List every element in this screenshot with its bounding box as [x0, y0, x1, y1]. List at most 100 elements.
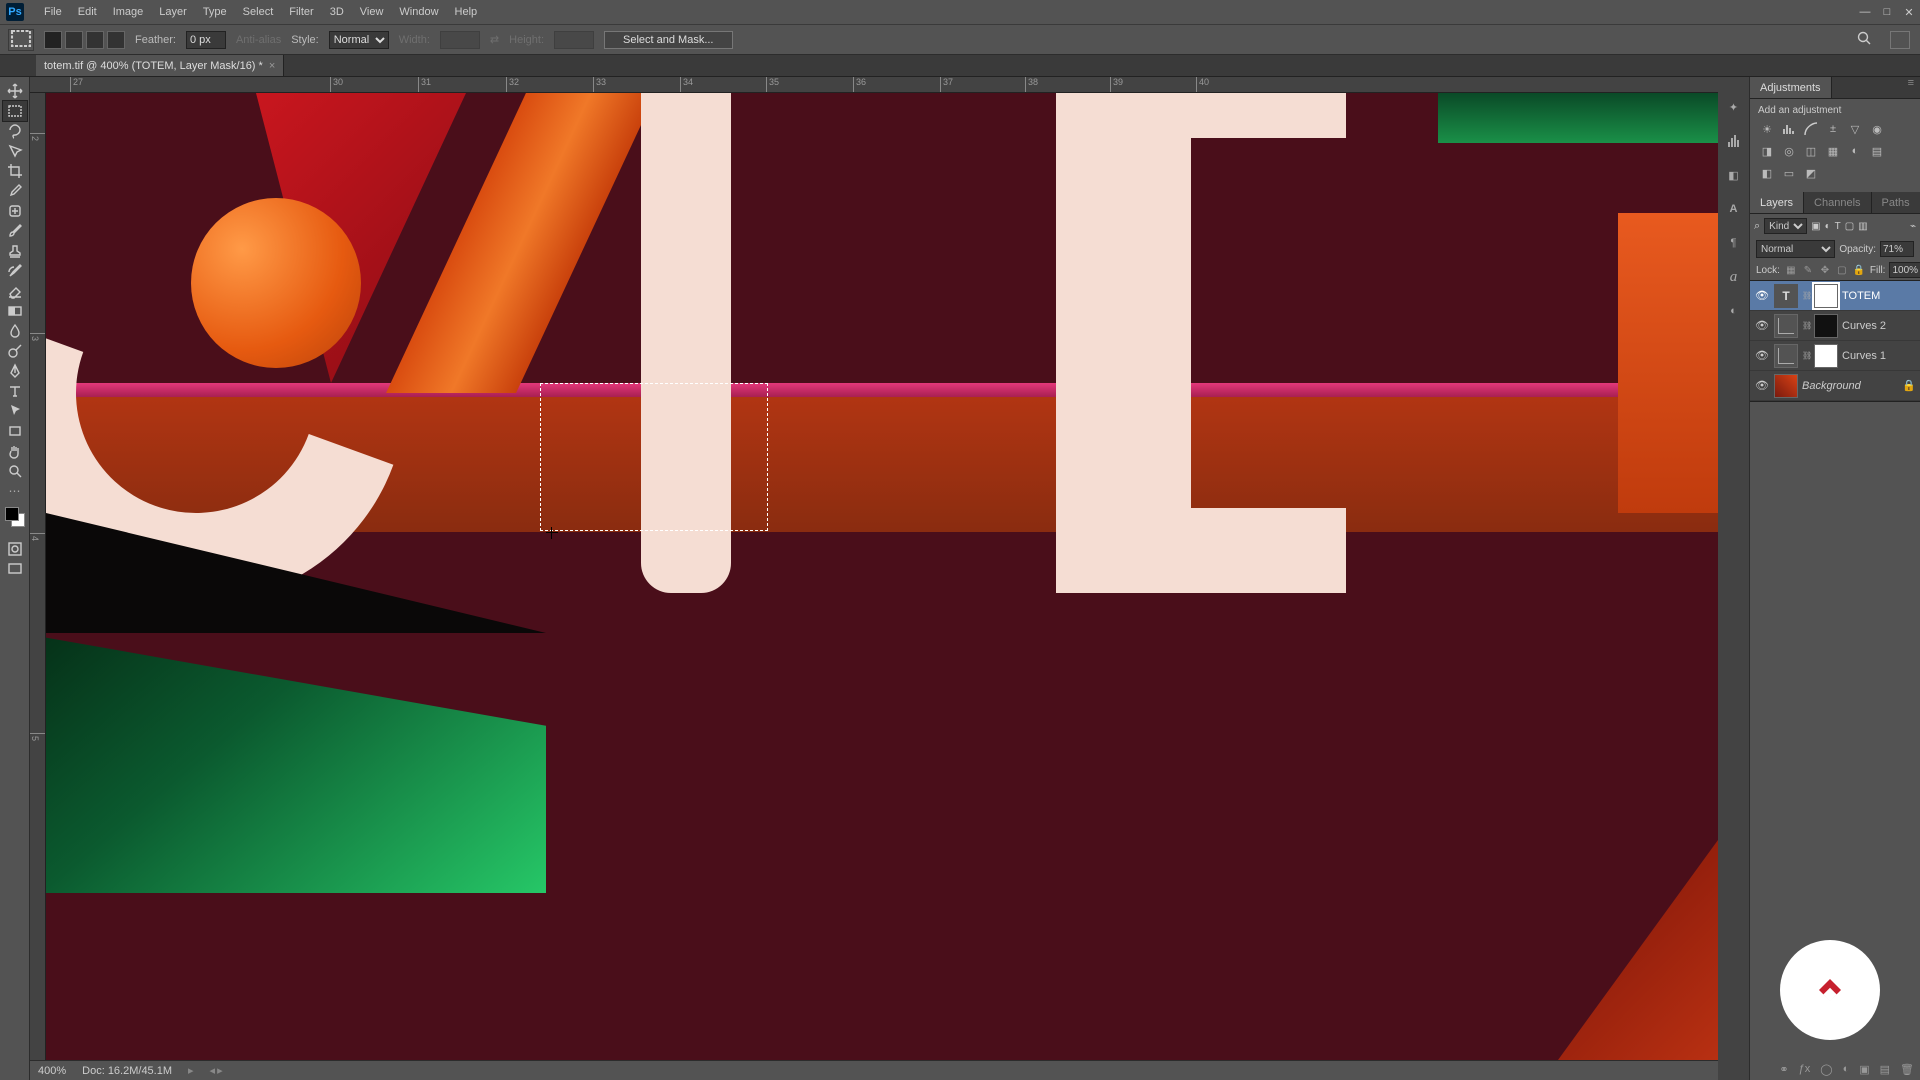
filter-pixel-icon[interactable]: ▣: [1811, 221, 1820, 232]
move-tool[interactable]: [3, 81, 27, 101]
link-icon[interactable]: ⛓: [1802, 351, 1810, 360]
filter-kind-select[interactable]: Kind: [1764, 218, 1807, 234]
tab-paths[interactable]: Paths: [1872, 192, 1920, 213]
link-layers-icon[interactable]: ⚭: [1779, 1063, 1788, 1076]
stamp-tool[interactable]: [3, 241, 27, 261]
image-thumb[interactable]: [1774, 374, 1798, 398]
curves-thumb[interactable]: [1774, 344, 1798, 368]
adj-exposure-icon[interactable]: ±: [1824, 120, 1842, 138]
screen-mode-tool-icon[interactable]: [3, 559, 27, 579]
libraries-panel-icon[interactable]: ◐: [1724, 301, 1744, 321]
menu-filter[interactable]: Filter: [281, 0, 321, 24]
marquee-tool[interactable]: [3, 101, 27, 121]
shape-tool[interactable]: [3, 421, 27, 441]
fill-input[interactable]: [1889, 262, 1920, 278]
menu-select[interactable]: Select: [235, 0, 282, 24]
properties-panel-icon[interactable]: ◧: [1724, 165, 1744, 185]
mode-new-selection[interactable]: [44, 31, 62, 49]
visibility-toggle[interactable]: 👁: [1754, 319, 1770, 332]
layer-name[interactable]: TOTEM: [1842, 290, 1880, 302]
visibility-toggle[interactable]: 👁: [1754, 289, 1770, 302]
tab-layers[interactable]: Layers: [1750, 192, 1804, 213]
blur-tool[interactable]: [3, 321, 27, 341]
brush-tool[interactable]: [3, 221, 27, 241]
delete-layer-icon[interactable]: 🗑: [1900, 1063, 1914, 1076]
menu-view[interactable]: View: [352, 0, 392, 24]
lock-paint-icon[interactable]: ✎: [1801, 263, 1815, 277]
layer-name[interactable]: Curves 1: [1842, 350, 1886, 362]
eyedropper-tool[interactable]: [3, 181, 27, 201]
scroll-arrows[interactable]: ◂▸: [210, 1064, 223, 1077]
link-icon[interactable]: ⛓: [1802, 321, 1810, 330]
mode-subtract-selection[interactable]: [86, 31, 104, 49]
add-mask-icon[interactable]: ◯: [1820, 1063, 1832, 1076]
foreground-color-swatch[interactable]: [5, 507, 19, 521]
link-icon[interactable]: ⛓: [1802, 291, 1810, 300]
opacity-input[interactable]: [1880, 241, 1914, 257]
layer-mask-thumb[interactable]: [1814, 284, 1838, 308]
layer-row-curves1[interactable]: 👁 ⛓ Curves 1: [1750, 341, 1920, 371]
dodge-tool[interactable]: [3, 341, 27, 361]
foreground-background-swatch[interactable]: [5, 507, 25, 527]
lock-transparent-icon[interactable]: ▦: [1784, 263, 1798, 277]
layer-name[interactable]: Curves 2: [1842, 320, 1886, 332]
new-group-icon[interactable]: ▣: [1859, 1063, 1869, 1076]
maximize-button[interactable]: □: [1876, 1, 1898, 23]
adj-selective-color-icon[interactable]: ◩: [1802, 164, 1820, 182]
adj-hue-icon[interactable]: ◉: [1868, 120, 1886, 138]
edit-toolbar-icon[interactable]: ⋯: [3, 481, 27, 501]
feather-input[interactable]: [186, 31, 226, 49]
adj-brightness-icon[interactable]: ☀: [1758, 120, 1776, 138]
type-tool[interactable]: [3, 381, 27, 401]
gradient-tool[interactable]: [3, 301, 27, 321]
close-tab-icon[interactable]: ×: [269, 60, 275, 72]
layer-row-totem[interactable]: 👁 T ⛓ TOTEM: [1750, 281, 1920, 311]
glyphs-panel-icon[interactable]: a: [1724, 267, 1744, 287]
lasso-tool[interactable]: [3, 121, 27, 141]
layer-row-background[interactable]: 👁 Background 🔒: [1750, 371, 1920, 401]
menu-file[interactable]: File: [36, 0, 70, 24]
style-select[interactable]: Normal: [329, 31, 389, 49]
menu-type[interactable]: Type: [195, 0, 235, 24]
ruler-vertical[interactable]: 2 3 4 5: [30, 93, 46, 1060]
adj-gradient-map-icon[interactable]: ▭: [1780, 164, 1798, 182]
adj-bw-icon[interactable]: ◨: [1758, 142, 1776, 160]
mode-intersect-selection[interactable]: [107, 31, 125, 49]
adj-channel-mixer-icon[interactable]: ◫: [1802, 142, 1820, 160]
doc-size-info[interactable]: Doc: 16.2M/45.1M: [82, 1065, 172, 1077]
mode-add-selection[interactable]: [65, 31, 83, 49]
adj-color-lookup-icon[interactable]: ▦: [1824, 142, 1842, 160]
crop-tool[interactable]: [3, 161, 27, 181]
filter-type-icon[interactable]: T: [1835, 221, 1841, 232]
zoom-level[interactable]: 400%: [38, 1065, 66, 1077]
menu-3d[interactable]: 3D: [322, 0, 352, 24]
close-button[interactable]: ✕: [1898, 1, 1920, 23]
layer-name[interactable]: Background: [1802, 380, 1861, 392]
tab-channels[interactable]: Channels: [1804, 192, 1871, 213]
character-panel-icon[interactable]: A: [1724, 199, 1744, 219]
adj-vibrance-icon[interactable]: ▽: [1846, 120, 1864, 138]
new-adjustment-icon[interactable]: ◐: [1843, 1063, 1850, 1075]
history-brush-tool[interactable]: [3, 261, 27, 281]
layer-row-curves2[interactable]: 👁 ⛓ Curves 2: [1750, 311, 1920, 341]
visibility-toggle[interactable]: 👁: [1754, 349, 1770, 362]
heal-tool[interactable]: [3, 201, 27, 221]
canvas[interactable]: [46, 93, 1718, 1060]
history-panel-icon[interactable]: ✦: [1724, 97, 1744, 117]
zoom-tool[interactable]: [3, 461, 27, 481]
search-icon[interactable]: [1856, 30, 1872, 49]
menu-window[interactable]: Window: [391, 0, 446, 24]
type-layer-thumb[interactable]: T: [1774, 284, 1798, 308]
fx-icon[interactable]: ƒx: [1799, 1063, 1811, 1075]
document-tab[interactable]: totem.tif @ 400% (TOTEM, Layer Mask/16) …: [36, 55, 284, 76]
eraser-tool[interactable]: [3, 281, 27, 301]
visibility-toggle[interactable]: 👁: [1754, 379, 1770, 392]
select-and-mask-button[interactable]: Select and Mask...: [604, 31, 733, 49]
filter-toggle[interactable]: ⌁: [1910, 221, 1916, 232]
menu-image[interactable]: Image: [105, 0, 152, 24]
adj-photo-filter-icon[interactable]: ◎: [1780, 142, 1798, 160]
selection-marquee[interactable]: [540, 383, 768, 531]
layer-mask-thumb[interactable]: [1814, 314, 1838, 338]
adj-invert-icon[interactable]: ◐: [1846, 142, 1864, 160]
path-select-tool[interactable]: [3, 401, 27, 421]
